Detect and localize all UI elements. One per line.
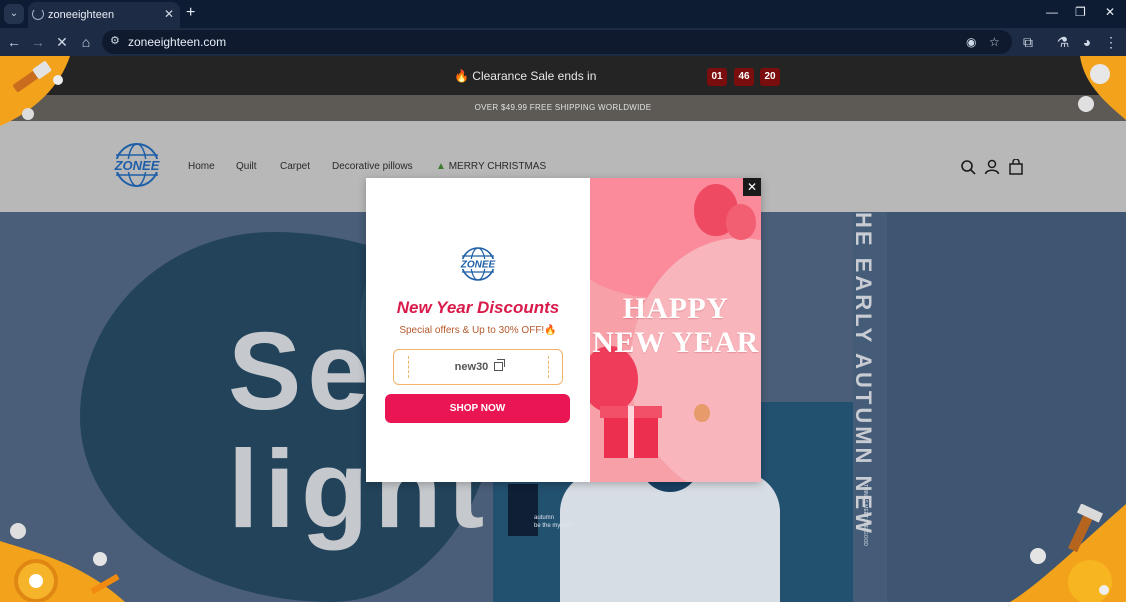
shipping-bar: OVER $49.99 FREE SHIPPING WORLDWIDE [0, 95, 1126, 121]
tools-decoration-icon [0, 56, 70, 126]
shipping-text: OVER $49.99 FREE SHIPPING WORLDWIDE [474, 103, 652, 112]
profile-avatar-icon[interactable]: ◕ [1077, 32, 1097, 52]
announcement-bar: 🔥 Clearance Sale ends in 01 46 20 [0, 56, 1126, 95]
new-year-popup: ZONEE New Year Discounts Special offers … [366, 178, 761, 482]
restore-button[interactable]: ❐ [1075, 5, 1086, 19]
new-year-text: NEW YEAR [592, 326, 759, 359]
browser-tab[interactable]: zoneeighteen ✕ [28, 2, 180, 28]
countdown-minutes: 46 [734, 68, 754, 86]
bookmark-star-icon[interactable]: ☆ [989, 35, 1000, 49]
happy-text: HAPPY [622, 292, 729, 325]
account-icon[interactable] [984, 159, 1000, 175]
menu-kebab-icon[interactable]: ⋮ [1101, 32, 1121, 52]
nav-quilt[interactable]: Quilt [236, 161, 257, 172]
logo-text: ZONEE [114, 158, 160, 173]
popup-subtitle-text: Special offers & Up to 30% OFF! [399, 325, 545, 336]
nav-merry-christmas-label: MERRY CHRISTMAS [448, 161, 547, 172]
shop-now-button[interactable]: SHOP NOW [385, 394, 570, 423]
ornament-icon [694, 404, 710, 422]
labs-flask-icon[interactable]: ⚗ [1053, 32, 1073, 52]
coupon-code-box[interactable]: new30 [393, 349, 563, 385]
gift-ribbon [628, 406, 634, 458]
extensions-icon[interactable]: ⧉ [1018, 32, 1038, 52]
popup-close-button[interactable]: ✕ [743, 178, 761, 196]
happy-new-year-text: HAPPY NEW YEAR [590, 292, 761, 360]
countdown-hours: 01 [707, 68, 727, 86]
minimize-button[interactable]: — [1046, 5, 1058, 19]
nav-home[interactable]: Home [188, 161, 215, 172]
hero-vertical-small-text: THINGS MEET THE GOOD [862, 484, 868, 547]
new-tab-button[interactable]: + [186, 4, 195, 22]
forward-icon[interactable]: → [28, 32, 48, 52]
tape-measure-decoration-icon [0, 523, 125, 602]
popup-zonee-logo: ZONEE [456, 247, 500, 281]
hardhat-decoration-icon [1078, 56, 1126, 120]
browser-toolbar: ← → ✕ ⌂ ⚙ zoneeighteen.com ◉ ☆ ⧉ ⚗ ◕ ⋮ [0, 28, 1126, 56]
coupon-code-text: new30 [454, 361, 489, 373]
url-text: zoneeighteen.com [128, 35, 227, 49]
popup-content: ZONEE New Year Discounts Special offers … [366, 178, 590, 482]
christmas-tree-icon: ▲ [436, 161, 446, 172]
home-icon[interactable]: ⌂ [76, 32, 96, 52]
coupon-code[interactable]: new30 [394, 359, 564, 373]
zonee-logo[interactable]: ZONEE [108, 141, 166, 189]
sale-label: Clearance Sale ends in [472, 69, 597, 83]
browser-tab-bar: ⌄ zoneeighteen ✕ + — ❐ ✕ [0, 0, 1126, 28]
loading-icon [32, 8, 44, 20]
close-window-button[interactable]: ✕ [1105, 5, 1115, 19]
tab-close-icon[interactable]: ✕ [164, 7, 174, 21]
balloon-icon [726, 204, 756, 240]
back-icon[interactable]: ← [4, 32, 24, 52]
hammer-hardhat-decoration-icon [1010, 504, 1126, 602]
happy-new-year-image: HAPPY NEW YEAR [590, 178, 761, 482]
copy-icon[interactable] [494, 359, 506, 371]
nav-carpet[interactable]: Carpet [280, 161, 310, 172]
popup-title: New Year Discounts [396, 298, 560, 317]
tab-title: zoneeighteen [48, 9, 115, 21]
address-bar[interactable]: ⚙ zoneeighteen.com ◉ ☆ [102, 30, 1012, 54]
nav-merry-christmas[interactable]: ▲ MERRY CHRISTMAS [436, 161, 546, 172]
stop-loading-icon[interactable]: ✕ [52, 32, 72, 52]
popup-subtitle: Special offers & Up to 30% OFF!🔥 [366, 325, 590, 336]
hero-caption: autumn be the myself ! [534, 515, 574, 529]
search-icon[interactable] [960, 159, 976, 175]
sale-text: 🔥 Clearance Sale ends in [454, 69, 596, 83]
popup-logo-text: ZONEE [460, 260, 496, 271]
cart-bag-icon[interactable] [1008, 159, 1024, 175]
flame-icon: 🔥 [454, 69, 469, 83]
tab-search-button[interactable]: ⌄ [4, 4, 24, 24]
web-page: 🔥 Clearance Sale ends in 01 46 20 OVER $… [0, 56, 1126, 602]
tracking-protection-icon[interactable]: ◉ [966, 35, 976, 49]
flame-icon: 🔥 [544, 325, 557, 336]
countdown-seconds: 20 [760, 68, 780, 86]
site-info-icon[interactable]: ⚙ [110, 35, 122, 47]
nav-decorative-pillows[interactable]: Decorative pillows [332, 161, 413, 172]
